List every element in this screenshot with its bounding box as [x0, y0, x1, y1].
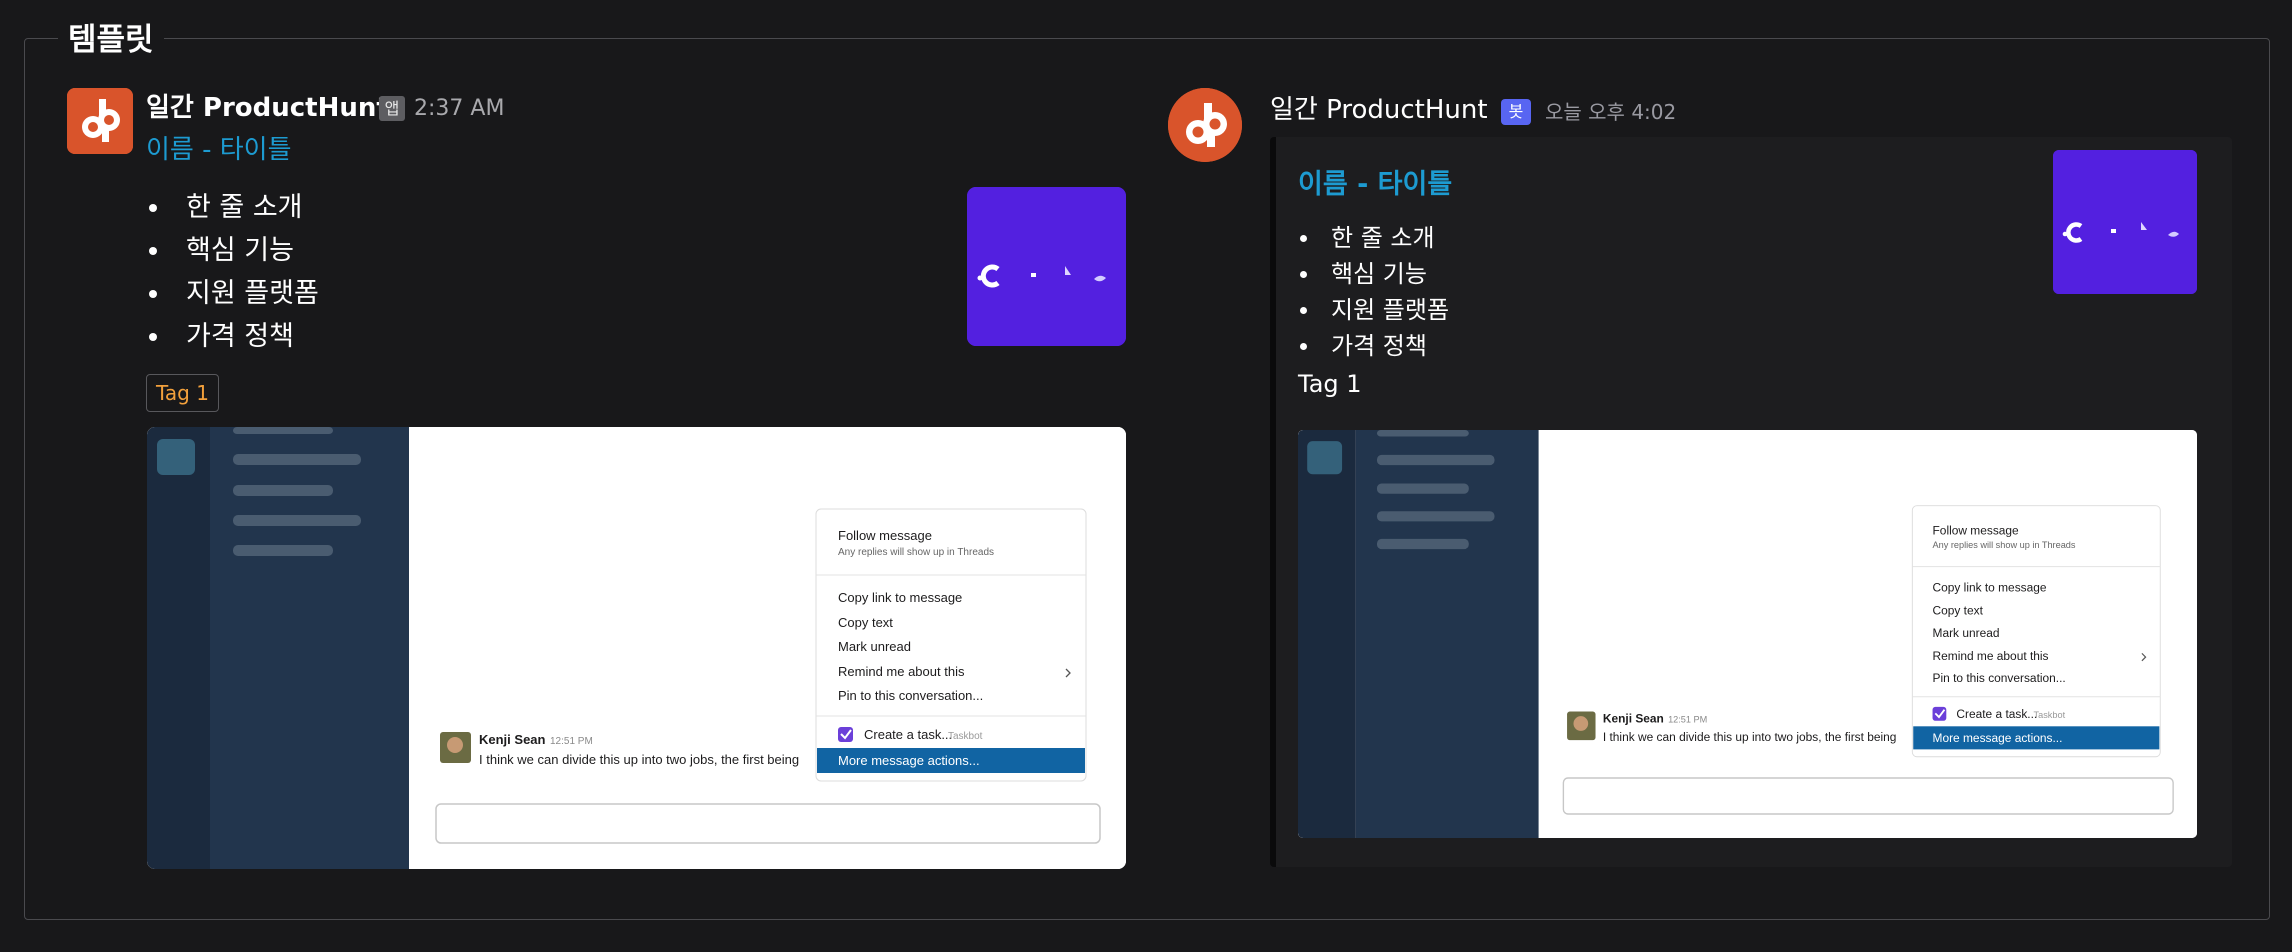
menu-create-task: Create a task... — [1956, 707, 2037, 721]
menu-follow-sub: Any replies will show up in Threads — [838, 547, 994, 558]
bot-avatar-slack[interactable] — [67, 88, 133, 154]
bullet-item: 지원 플랫폼 — [146, 272, 319, 315]
bullet-item: 지원 플랫폼 — [1298, 292, 1449, 328]
tag-text: Tag 1 — [1298, 370, 1362, 398]
bullet-item: 가격 정책 — [1298, 328, 1449, 364]
screenshot-image: Kenji Sean 12:51 PM I think we can divid… — [147, 427, 1126, 869]
message-time: 12:51 PM — [1668, 715, 1707, 725]
menu-more-actions: More message actions... — [838, 753, 980, 768]
menu-mark-unread: Mark unread — [838, 639, 911, 654]
menu-create-task: Create a task... — [864, 727, 952, 742]
product-thumbnail[interactable] — [967, 187, 1126, 346]
menu-taskbot: Taskbot — [2034, 710, 2066, 720]
bot-name[interactable]: 일간 ProductHunt — [146, 90, 389, 126]
message-author: Kenji Sean — [479, 732, 546, 747]
embed-title-link[interactable]: 이름 - 타이틀 — [1298, 166, 1452, 204]
menu-remind: Remind me about this — [1933, 649, 2049, 663]
bot-avatar-discord[interactable] — [1168, 88, 1242, 162]
producthunt-dp-logo-icon — [1168, 88, 1242, 162]
screenshot-image: Kenji Sean 12:51 PM I think we can divid… — [1298, 430, 2197, 838]
post-title-link[interactable]: 이름 - 타이틀 — [146, 132, 292, 168]
menu-copy-text: Copy text — [838, 615, 893, 630]
menu-copy-link: Copy link to message — [1933, 581, 2047, 595]
producthunt-dp-logo-icon — [67, 88, 133, 154]
menu-follow-sub: Any replies will show up in Threads — [1933, 540, 2076, 550]
menu-copy-link: Copy link to message — [838, 590, 962, 605]
bullet-item: 가격 정책 — [146, 315, 319, 358]
message-text: I think we can divide this up into two j… — [479, 752, 799, 767]
menu-pin: Pin to this conversation... — [838, 688, 983, 703]
attached-screenshot[interactable]: Kenji Sean 12:51 PM I think we can divid… — [147, 427, 1126, 869]
thumbnail-logo-icon — [2053, 150, 2197, 294]
menu-remind: Remind me about this — [838, 664, 965, 679]
menu-taskbot: Taskbot — [948, 731, 983, 742]
section-legend: 템플릿 — [58, 20, 164, 60]
bullet-item: 한 줄 소개 — [146, 186, 319, 229]
embed-image[interactable]: Kenji Sean 12:51 PM I think we can divid… — [1298, 430, 2197, 838]
menu-copy-text: Copy text — [1933, 604, 1984, 618]
bullet-list: 한 줄 소개 핵심 기능 지원 플랫폼 가격 정책 — [146, 186, 319, 358]
menu-follow: Follow message — [838, 528, 932, 543]
app-badge: 앱 — [379, 96, 405, 121]
bullet-item: 한 줄 소개 — [1298, 220, 1449, 256]
bullet-list: 한 줄 소개 핵심 기능 지원 플랫폼 가격 정책 — [1298, 220, 1449, 364]
menu-mark-unread: Mark unread — [1933, 626, 2000, 640]
taskbot-check-icon — [1932, 706, 1947, 721]
message-timestamp: 오늘 오후 4:02 — [1545, 100, 1677, 124]
tag-chip[interactable]: Tag 1 — [146, 374, 219, 412]
menu-more-actions: More message actions... — [1933, 731, 2063, 745]
bullet-item: 핵심 기능 — [146, 229, 319, 272]
bot-name[interactable]: 일간 ProductHunt — [1270, 92, 1488, 128]
bullet-item: 핵심 기능 — [1298, 256, 1449, 292]
message-time: 12:51 PM — [550, 736, 593, 747]
message-text: I think we can divide this up into two j… — [1603, 730, 1897, 744]
thumbnail-logo-icon — [967, 187, 1126, 346]
product-thumbnail[interactable] — [2053, 150, 2197, 294]
taskbot-check-icon — [838, 727, 853, 742]
message-timestamp[interactable]: 2:37 AM — [414, 94, 504, 124]
bot-badge: 봇 — [1501, 99, 1531, 125]
message-author: Kenji Sean — [1603, 712, 1664, 726]
menu-pin: Pin to this conversation... — [1933, 671, 2066, 685]
menu-follow: Follow message — [1933, 523, 2019, 537]
